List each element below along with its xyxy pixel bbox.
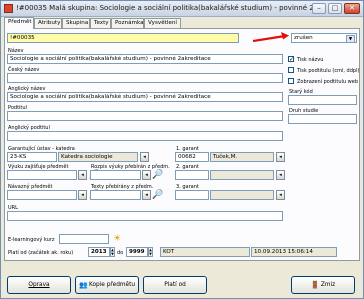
subject-panel: !#00035 zrušen ▼ Název Sociologie a soci… xyxy=(4,28,360,261)
kopie-label: Kopie předmětu xyxy=(88,282,136,288)
do-stepper[interactable]: ▲ ▼ xyxy=(148,247,153,257)
garant1-select-button[interactable]: ◂ xyxy=(276,152,285,162)
label-plati-od: Platí od (začátek ak. roku) xyxy=(8,250,74,256)
annotation-arrow-icon xyxy=(252,32,289,43)
minimize-button[interactable]: – xyxy=(312,3,326,14)
title-bar: !#00035 Malá skupina: Sociologie a sociá… xyxy=(1,1,363,17)
ustav-code-field[interactable]: 23-KS xyxy=(7,152,57,162)
texty-select-button[interactable]: ◂ xyxy=(142,190,151,200)
status-dropdown[interactable]: zrušen ▼ xyxy=(291,33,357,43)
maximize-button[interactable]: □ xyxy=(328,3,342,14)
plati-od-button[interactable]: Platí od xyxy=(143,276,207,294)
garant3-code-field[interactable] xyxy=(175,190,209,200)
vyuku-select-button[interactable]: ◂ xyxy=(78,170,87,180)
oprava-label: Oprava xyxy=(28,282,50,288)
sun-icon[interactable]: ☀ xyxy=(112,234,122,244)
garant2-code-field[interactable] xyxy=(175,170,209,180)
podtitul-field[interactable] xyxy=(7,111,283,121)
rozpis-select-button[interactable]: ◂ xyxy=(142,170,151,180)
elearning-field[interactable] xyxy=(59,234,109,244)
anglicky-podtitul-field[interactable] xyxy=(7,131,283,141)
person-search-icon[interactable]: 🔎 xyxy=(152,190,163,200)
plati-od-stepper[interactable]: ▲ ▼ xyxy=(110,247,115,257)
garant1-name-field: Tuček,M. xyxy=(210,152,274,162)
status-value: zrušen xyxy=(294,35,313,41)
oprava-button[interactable]: Oprava xyxy=(7,276,71,294)
label-tisk-nazvu: Tisk názvu xyxy=(297,57,324,63)
rozpis-vyuky-field[interactable] xyxy=(90,170,141,180)
dialog-window: !#00035 Malá skupina: Sociologie a sociá… xyxy=(0,0,364,299)
garant3-select-button[interactable]: ◂ xyxy=(276,190,285,200)
app-icon xyxy=(4,4,13,13)
navazny-field[interactable] xyxy=(7,190,77,200)
zmiz-button[interactable]: 🚪Zmiz xyxy=(291,276,355,294)
checkbox-tisk-nazvu[interactable]: ✓ xyxy=(288,56,294,63)
label-zobrazeni-podtitulu: Zobrazení podtitulu web xyxy=(297,79,358,85)
user-code-field: KOT xyxy=(160,247,250,257)
ustav-name-field: Katedra sociologie xyxy=(58,152,138,162)
chevron-down-icon[interactable]: ▼ xyxy=(346,35,355,42)
ustav-select-button[interactable]: ◂ xyxy=(140,152,149,162)
garant1-code-field[interactable]: 00682 xyxy=(175,152,209,162)
label-elearning: E-learningový kurz xyxy=(8,237,55,243)
garant3-name-field xyxy=(210,190,274,200)
checkbox-tisk-podtitulu[interactable] xyxy=(288,67,294,73)
plati-od-label: Platí od xyxy=(164,282,186,288)
label-do: do xyxy=(117,250,124,256)
close-button[interactable]: ✕ xyxy=(344,3,360,14)
plati-od-field[interactable]: 2013 xyxy=(88,247,110,257)
garant2-select-button[interactable]: ◂ xyxy=(276,170,285,180)
exit-icon: 🚪 xyxy=(310,280,320,289)
garant2-name-field xyxy=(210,170,274,180)
druh-studie-field[interactable] xyxy=(288,114,357,124)
kopie-predmetu-button[interactable]: 👥Kopie předmětu xyxy=(75,276,139,294)
tab-predmet[interactable]: Předmět xyxy=(4,17,34,29)
navazny-select-button[interactable]: ◂ xyxy=(78,190,87,200)
vyuku-zajistuje-field[interactable] xyxy=(7,170,77,180)
stary-kod-field[interactable] xyxy=(288,95,357,105)
do-field[interactable]: 9999 xyxy=(126,247,148,257)
url-field[interactable] xyxy=(7,211,283,221)
texty-prebirany-field[interactable] xyxy=(90,190,141,200)
code-field[interactable]: !#00035 xyxy=(7,33,239,43)
timestamp-field: 10.09.2013 15:06:14 xyxy=(251,247,337,257)
people-icon: 👥 xyxy=(78,280,88,289)
checkbox-zobrazeni-podtitulu[interactable] xyxy=(288,78,294,84)
person-search-icon[interactable]: 🔎 xyxy=(152,170,163,180)
anglicky-nazev-field[interactable]: Sociologie a sociální politika(bakalářsk… xyxy=(7,92,283,102)
window-title: !#00035 Malá skupina: Sociologie a sociá… xyxy=(16,4,316,12)
nazev-field[interactable]: Sociologie a sociální politika(bakalářsk… xyxy=(7,54,283,64)
cesky-nazev-field[interactable] xyxy=(7,73,283,83)
zmiz-label: Zmiz xyxy=(320,282,336,288)
label-tisk-podtitulu: Tisk podtitulu (cml, ddpl) xyxy=(297,68,360,74)
